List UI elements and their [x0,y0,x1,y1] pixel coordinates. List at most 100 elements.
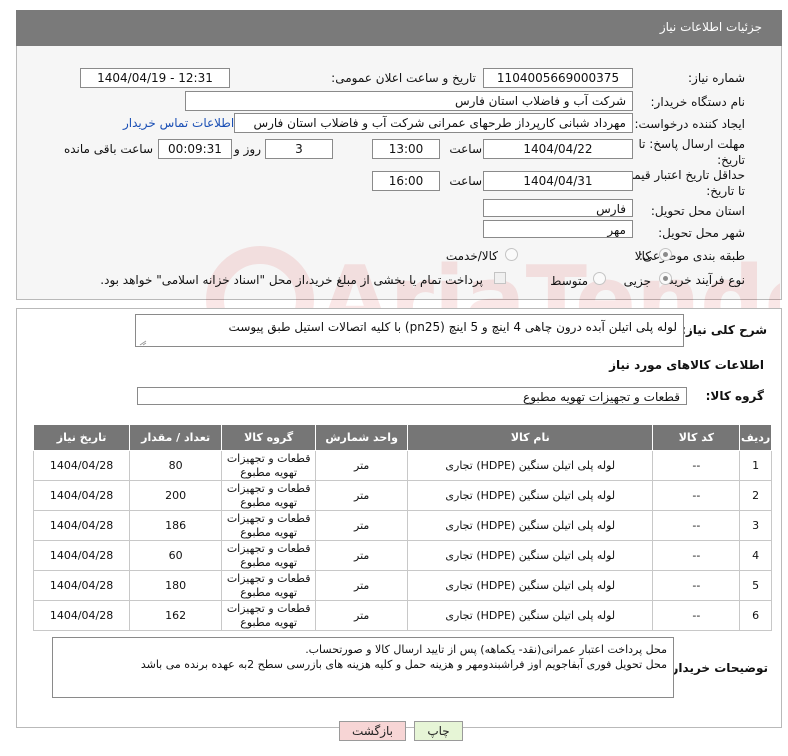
back-button[interactable]: بازگشت [339,721,406,741]
cell-group: قطعات و تجهیزات تهویه مطبوع [221,450,317,481]
creator-label: ایجاد کننده درخواست: [634,117,745,131]
table-row: 6 -- لوله پلی اتیلن سنگین (HDPE) تجاری م… [32,600,772,631]
reply-date-field[interactable]: 1404/04/22 [483,139,633,159]
cell-quantity: 60 [129,540,223,571]
category-radio-goods[interactable] [659,248,672,261]
cell-unit: متر [315,540,409,571]
process-radio-minor[interactable] [659,272,672,285]
creator-field[interactable]: مهرداد شبانی کارپرداز طرحهای عمرانی شرکت… [234,113,633,133]
cell-group: قطعات و تجهیزات تهویه مطبوع [221,570,317,601]
cell-row-number: 4 [739,540,772,571]
cell-unit: متر [315,600,409,631]
buyer-notes-line-2: محل تحویل فوری آبفاجویم اوز فراشبندومهر … [140,658,667,671]
goods-section-title: اطلاعات کالاهای مورد نیاز [609,358,764,372]
announce-field[interactable]: 1404/04/19 - 12:31 [80,68,230,88]
cell-unit: متر [315,570,409,601]
process-option-medium: متوسط [550,274,588,288]
process-option-minor: جزیی [623,274,651,288]
goods-table: ردیف کد کالا نام کالا واحد شمارش گروه کا… [32,424,772,631]
cell-unit: متر [315,480,409,511]
price-validity-time-field[interactable]: 16:00 [372,171,440,191]
price-validity-date-field[interactable]: 1404/04/31 [483,171,633,191]
buyer-notes-line-1: محل پرداخت اعتبار عمرانی(نقد- یکماهه) پس… [305,643,667,656]
cell-group: قطعات و تجهیزات تهویه مطبوع [221,600,317,631]
resize-grip-icon[interactable] [139,340,147,346]
cell-group: قطعات و تجهیزات تهویه مطبوع [221,540,317,571]
cell-group: قطعات و تجهیزات تهویه مطبوع [221,480,317,511]
buyer-label: نام دستگاه خریدار: [650,95,746,109]
cell-quantity: 200 [129,480,223,511]
cell-row-number: 1 [739,450,772,481]
goods-group-field[interactable]: قطعات و تجهیزات تهویه مطبوع [137,387,687,405]
cell-item-name: لوله پلی اتیلن سنگین (HDPE) تجاری [407,540,654,571]
category-option-goods: کالا [634,249,651,263]
print-button[interactable]: چاپ [414,721,463,741]
cell-group: قطعات و تجهیزات تهویه مطبوع [221,510,317,541]
table-row: 1 -- لوله پلی اتیلن سنگین (HDPE) تجاری م… [32,450,772,481]
cell-item-name: لوله پلی اتیلن سنگین (HDPE) تجاری [407,600,654,631]
cell-quantity: 80 [129,450,223,481]
process-label: نوع فرآیند خرید : [660,273,745,287]
buyer-notes-label: توضیحات خریدار: [666,661,768,675]
col-item-code: کد کالا [652,424,741,451]
buyer-notes-textarea[interactable]: محل پرداخت اعتبار عمرانی(نقد- یکماهه) پس… [52,637,674,698]
cell-quantity: 186 [129,510,223,541]
table-row: 3 -- لوله پلی اتیلن سنگین (HDPE) تجاری م… [32,510,772,541]
cell-item-code: -- [652,540,741,571]
cell-item-code: -- [652,480,741,511]
reply-deadline-label: مهلت ارسال پاسخ: تا تاریخ: [638,137,745,167]
col-quantity: تعداد / مقدار [129,424,223,451]
cell-item-name: لوله پلی اتیلن سنگین (HDPE) تجاری [407,570,654,601]
reply-days-field[interactable]: 3 [265,139,333,159]
buyer-field[interactable]: شرکت آب و فاضلاب استان فارس [185,91,633,111]
goods-group-label: گروه کالا: [705,389,764,403]
reply-days-label: روز و [234,142,261,156]
category-radio-goods-service[interactable] [505,248,518,261]
cell-item-code: -- [652,600,741,631]
category-option-goods-service: کالا/خدمت [445,249,498,263]
cell-quantity: 180 [129,570,223,601]
summary-textarea[interactable]: لوله پلی اتیلن آبده درون چاهی 4 اینچ و 5… [135,314,684,347]
cell-need-date: 1404/04/28 [32,510,131,541]
cell-unit: متر [315,510,409,541]
price-validity-time-label: ساعت [449,174,482,188]
cell-row-number: 2 [739,480,772,511]
city-label: شهر محل تحویل: [658,226,745,240]
province-label: استان محل تحویل: [650,204,745,218]
treasury-checkbox[interactable] [494,272,506,284]
page-title: جزئیات اطلاعات نیاز [16,10,782,46]
province-field[interactable]: فارس [483,199,633,217]
table-row: 4 -- لوله پلی اتیلن سنگین (HDPE) تجاری م… [32,540,772,571]
cell-quantity: 162 [129,600,223,631]
col-group: گروه کالا [221,424,317,451]
process-radio-medium[interactable] [593,272,606,285]
cell-item-code: -- [652,510,741,541]
cell-item-name: لوله پلی اتیلن سنگین (HDPE) تجاری [407,510,654,541]
col-row-number: ردیف [739,424,772,451]
need-number-label: شماره نیاز: [688,71,745,85]
announce-label: تاریخ و ساعت اعلان عمومی: [331,71,476,85]
city-field[interactable]: مهر [483,220,633,238]
remaining-label: ساعت باقی مانده [63,142,153,156]
cell-row-number: 6 [739,600,772,631]
cell-row-number: 5 [739,570,772,601]
need-number-field[interactable]: 1104005669000375 [483,68,633,88]
col-unit: واحد شمارش [315,424,409,451]
reply-time-field[interactable]: 13:00 [372,139,440,159]
col-item-name: نام کالا [407,424,654,451]
cell-unit: متر [315,450,409,481]
col-need-date: تاریخ نیاز [32,424,131,451]
remaining-time-field[interactable]: 00:09:31 [158,139,232,159]
cell-item-code: -- [652,450,741,481]
table-header-row: ردیف کد کالا نام کالا واحد شمارش گروه کا… [32,424,772,451]
cell-item-name: لوله پلی اتیلن سنگین (HDPE) تجاری [407,480,654,511]
price-validity-label: حداقل تاریخ اعتبار قیمت: تا تاریخ: [618,168,745,198]
buyer-contact-link[interactable]: اطلاعات تماس خریدار [123,116,234,130]
table-row: 5 -- لوله پلی اتیلن سنگین (HDPE) تجاری م… [32,570,772,601]
cell-row-number: 3 [739,510,772,541]
table-row: 2 -- لوله پلی اتیلن سنگین (HDPE) تجاری م… [32,480,772,511]
summary-label: شرح کلی نیاز: [681,323,767,337]
cell-need-date: 1404/04/28 [32,480,131,511]
reply-time-label: ساعت [449,142,482,156]
cell-item-code: -- [652,570,741,601]
